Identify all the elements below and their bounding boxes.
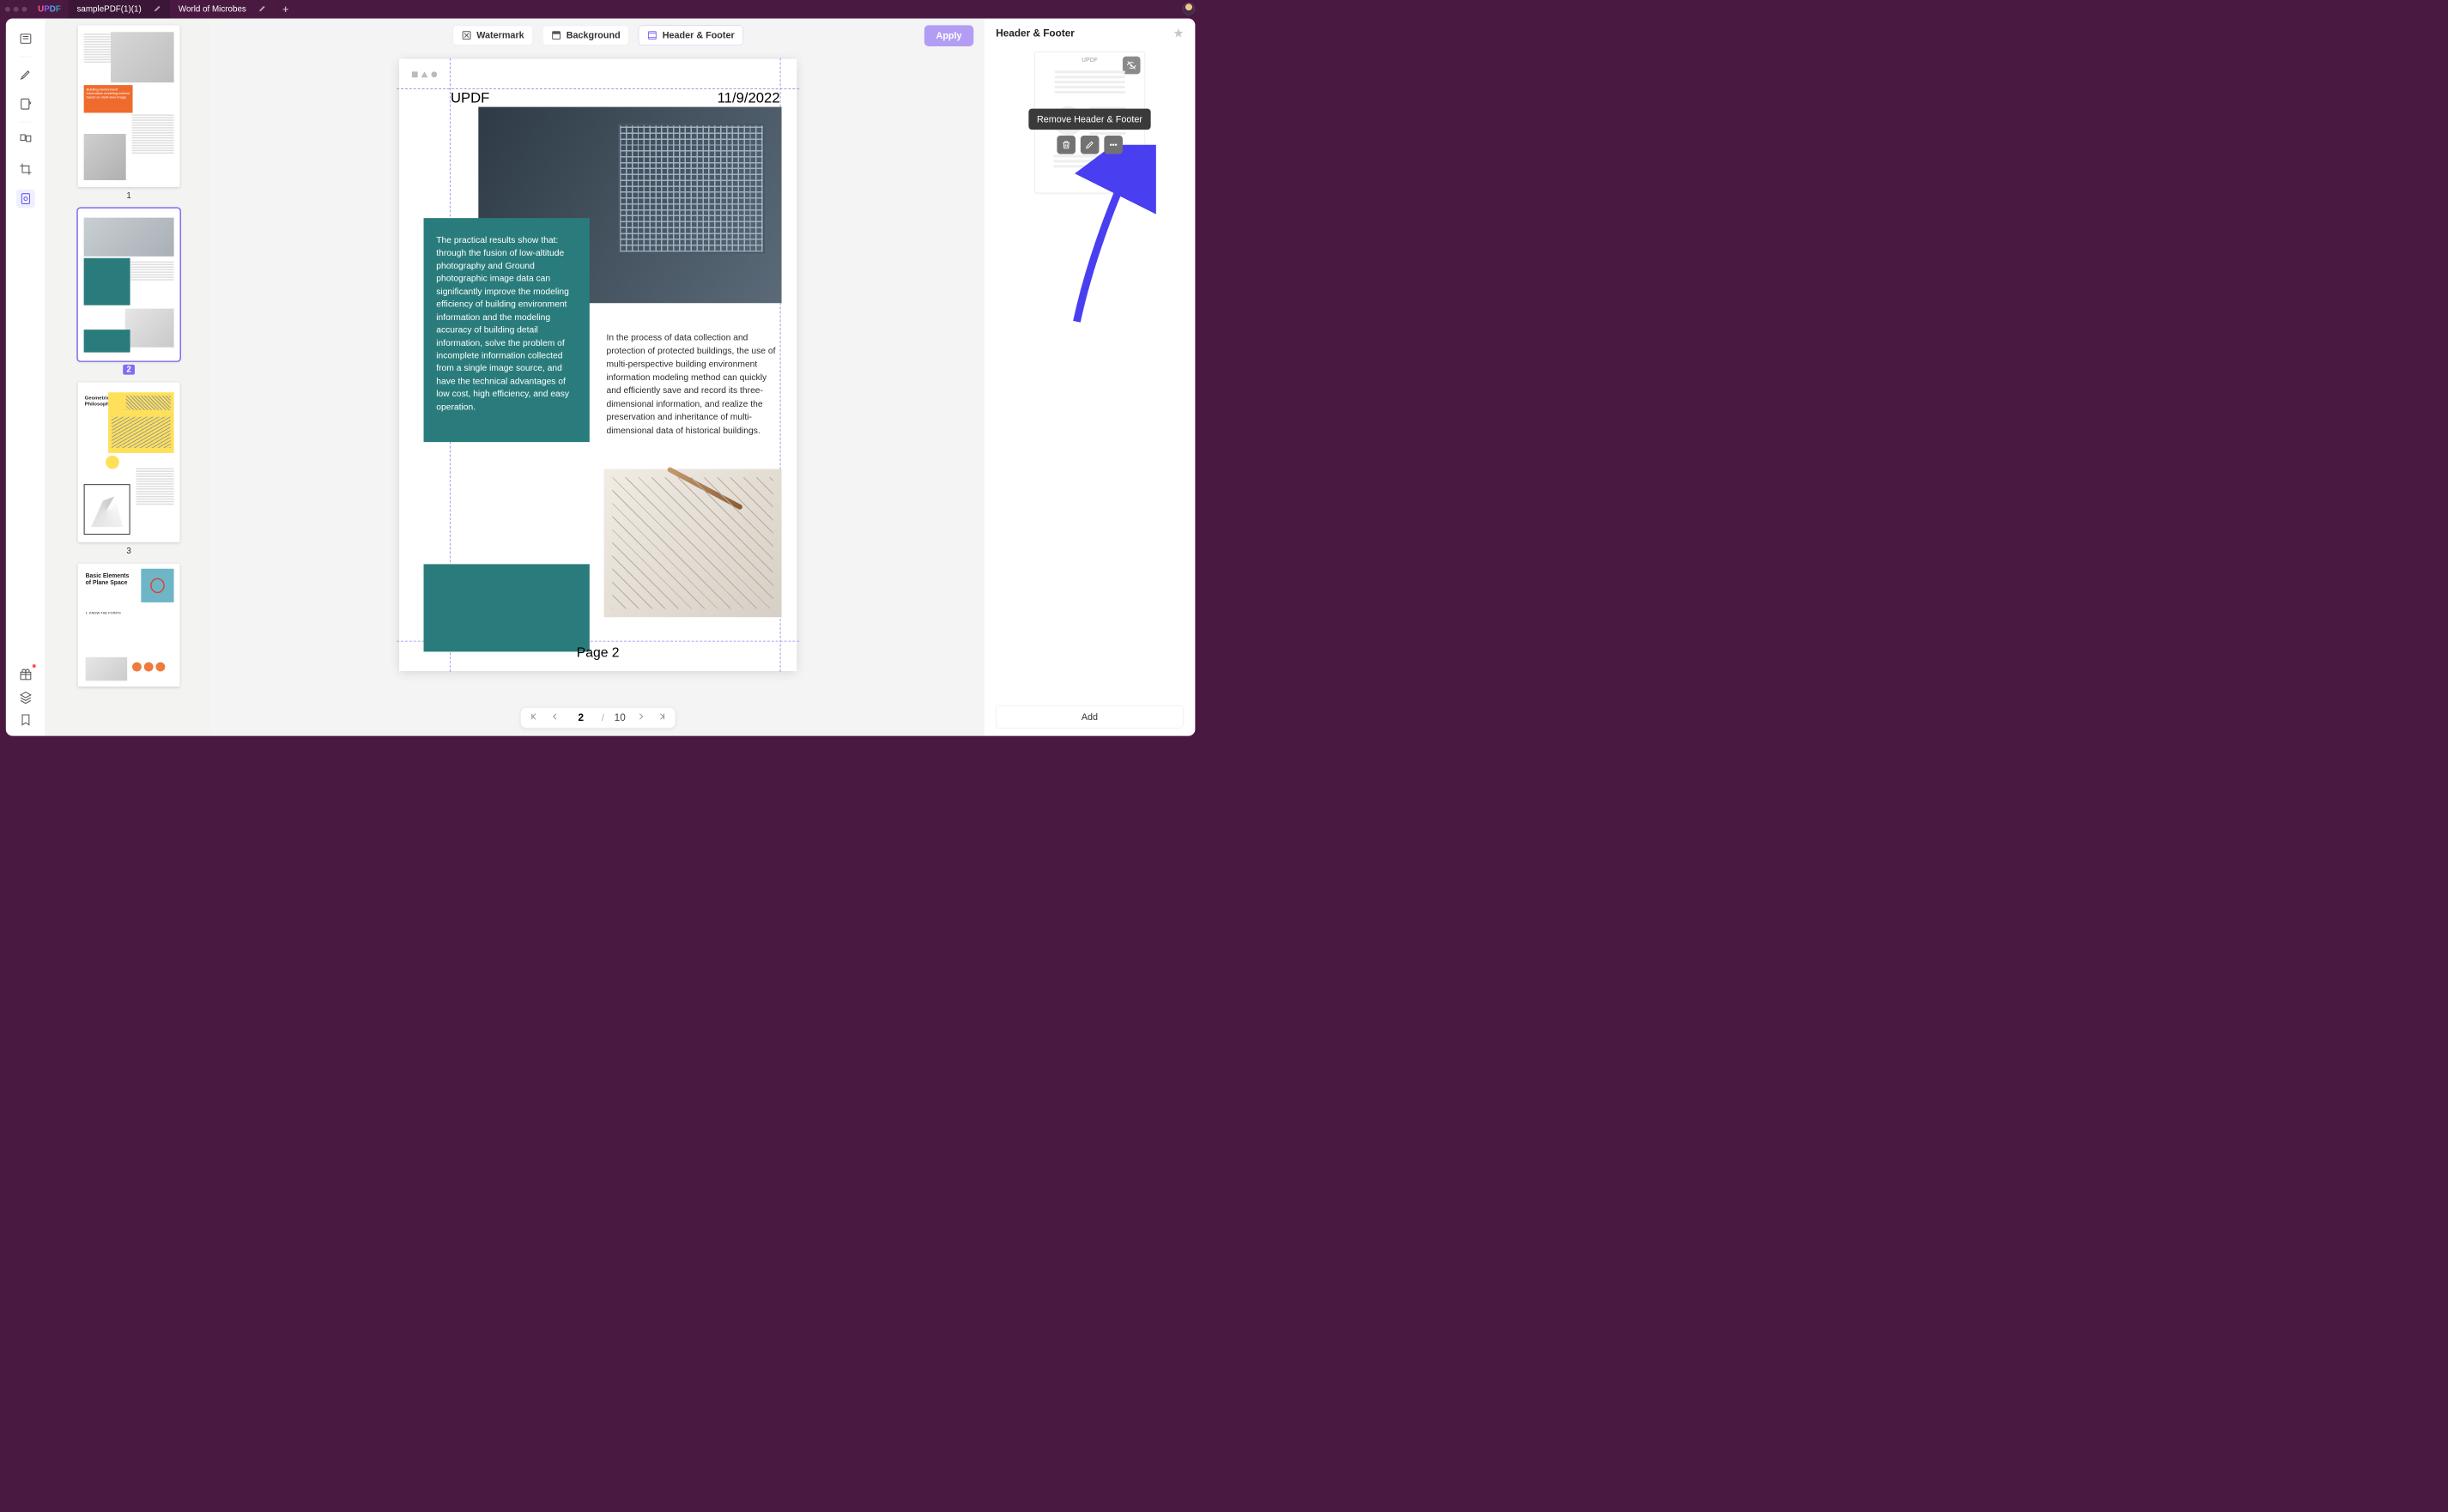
pencil-icon[interactable] [259,4,267,15]
reader-tool-icon[interactable] [16,29,35,48]
page-input[interactable] [571,712,592,724]
footer-text: Page 2 [577,644,620,660]
bookmark-icon[interactable] [16,711,35,729]
body-text: In the process of data collection and pr… [606,331,779,438]
annotate-tool-icon[interactable] [16,94,35,113]
document-tabs: samplePDF(1)(1) World of Microbes + [69,0,297,19]
star-icon[interactable]: ★ [1173,27,1183,39]
app-logo: UPDF [38,4,61,14]
tab-label: samplePDF(1)(1) [77,4,142,14]
canvas: Watermark Background Header & Footer App… [212,19,984,736]
window-controls[interactable] [5,7,27,12]
watermark-button[interactable]: Watermark [452,25,533,45]
page-separator: / [602,712,604,723]
thumb-3-number: 3 [56,547,203,556]
paginator: / 10 [520,707,676,729]
bottom-image [604,469,782,618]
header-left-text: UPDF [451,90,489,106]
highlighter-tool-icon[interactable] [16,65,35,84]
page-preview[interactable]: UPDF 11/9/2022 The practical results sho… [399,59,797,671]
thumbnail-2[interactable] [78,209,180,361]
crop-tool-icon[interactable] [16,160,35,178]
window-dots-icon [412,71,437,77]
apply-button[interactable]: Apply [924,25,973,46]
preset-actions [1057,136,1123,154]
thumbnail-panel[interactable]: Building environment information modelin… [45,19,212,736]
gift-icon[interactable] [16,665,35,684]
last-page-button[interactable] [657,712,668,723]
preset-logo: UPDF [1082,57,1098,64]
page-tools-icon[interactable] [16,190,35,209]
thumb-3-title: Geometric Philosophy [85,395,110,407]
delete-button[interactable] [1057,136,1076,154]
thumb-1-number: 1 [56,191,203,201]
tab-sample-pdf[interactable]: samplePDF(1)(1) [69,0,170,19]
new-tab-button[interactable]: + [275,0,296,19]
remove-header-footer-tooltip: Remove Header & Footer [1028,109,1151,130]
thumb-1-title: Building environment information modelin… [84,85,133,112]
teal-bar [424,564,590,651]
pencil-icon[interactable] [154,4,161,15]
annotation-arrow [1064,145,1157,330]
titlebar: UPDF samplePDF(1)(1) World of Microbes + [0,0,1201,19]
background-button[interactable]: Background [542,25,629,45]
right-panel: Header & Footer ★ UPDF Remove Header & F… [984,19,1195,736]
guide-line [397,88,799,89]
thumb-2-number: 2 [56,365,203,374]
thumb-4-title: Basic Elements of Plane Space [86,572,136,586]
workspace: Building environment information modelin… [6,19,1195,736]
page-tools-toolbar: Watermark Background Header & Footer [452,25,743,45]
prev-page-button[interactable] [549,712,560,723]
header-footer-button[interactable]: Header & Footer [639,25,743,45]
add-button[interactable]: Add [996,705,1183,728]
page-total: 10 [615,712,626,724]
layers-icon[interactable] [16,688,35,707]
thumbnail-3[interactable]: Geometric Philosophy [78,382,180,541]
header-footer-label: Header & Footer [663,30,735,41]
tab-label: World of Microbes [179,4,246,14]
organize-tool-icon[interactable] [16,130,35,149]
header-right-text: 11/9/2022 [718,90,780,106]
watermark-label: Watermark [476,30,524,41]
visibility-off-icon[interactable] [1123,57,1141,75]
background-label: Background [567,30,621,41]
thumbnail-4[interactable]: Basic Elements of Plane Space 1. KNOW TH… [78,564,180,686]
right-panel-title: Header & Footer [996,27,1075,39]
thumbnail-1[interactable]: Building environment information modelin… [78,25,180,186]
right-panel-title-row: Header & Footer ★ [996,27,1183,39]
next-page-button[interactable] [636,712,647,723]
more-button[interactable] [1104,136,1123,154]
user-avatar[interactable] [1183,3,1196,15]
thumb-4-subtitle: 1. KNOW THE POINTS [86,611,121,614]
first-page-button[interactable] [528,712,539,723]
teal-callout-text: The practical results show that: through… [424,218,590,442]
tab-world-of-microbes[interactable]: World of Microbes [170,0,275,19]
edit-button[interactable] [1081,136,1100,154]
tool-rail [6,19,45,736]
